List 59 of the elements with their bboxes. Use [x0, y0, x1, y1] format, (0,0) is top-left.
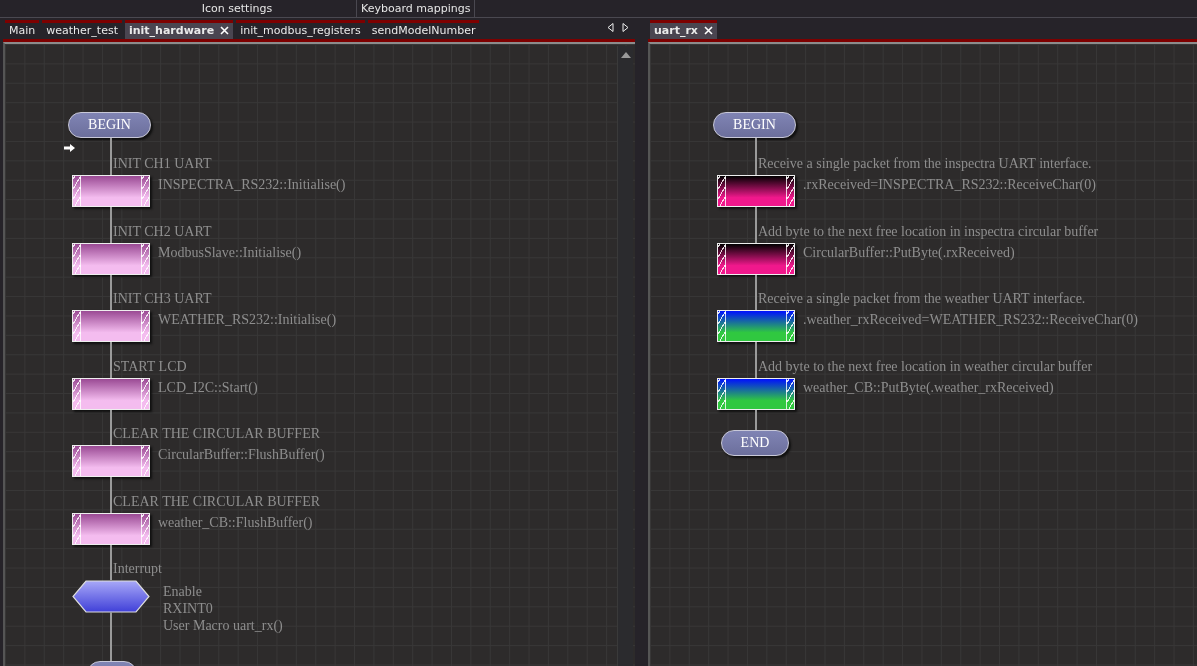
connector-line	[755, 138, 757, 175]
macro-call-block[interactable]	[717, 377, 795, 410]
connector-line	[110, 138, 112, 175]
connector-line	[110, 207, 112, 243]
begin-terminal[interactable]: BEGIN	[68, 112, 151, 138]
step-comment: CLEAR THE CIRCULAR BUFFER	[113, 426, 321, 442]
connector-line	[110, 274, 112, 310]
tab[interactable]: sendModelNumber	[367, 20, 480, 39]
menu-item[interactable]: Keyboard mappings	[357, 0, 476, 17]
tab[interactable]: uart_rx	[650, 20, 717, 39]
close-icon[interactable]	[703, 26, 713, 35]
step-code: INSPECTRA_RS232::Initialise()	[158, 176, 346, 194]
step-comment: INIT CH1 UART	[113, 156, 212, 172]
connector-line	[110, 612, 112, 661]
tab[interactable]: weather_test	[42, 20, 122, 39]
step-code: CircularBuffer::FlushBuffer()	[158, 446, 325, 464]
step-comment: Receive a single packet from the inspectra UART interface.	[758, 156, 1092, 172]
step-comment: CLEAR THE CIRCULAR BUFFER	[113, 493, 321, 510]
scroll-right-icon[interactable]	[622, 23, 629, 32]
connector-line	[755, 409, 757, 430]
step-code: WEATHER_RS232::Initialise()	[158, 311, 337, 329]
macro-call-block[interactable]	[717, 310, 795, 342]
step-code: ModbusSlave::Initialise()	[158, 243, 302, 262]
interrupt-block[interactable]	[72, 580, 150, 613]
macro-call-block[interactable]	[72, 377, 150, 410]
step-code: .weather_rxReceived=WEATHER_RS232::ReceiveChar(0)	[803, 311, 1138, 329]
macro-call-block[interactable]	[717, 242, 795, 275]
macro-call-block[interactable]	[72, 512, 150, 545]
connector-line	[110, 409, 112, 445]
begin-terminal[interactable]: BEGIN	[713, 112, 796, 138]
connector-line	[755, 274, 757, 310]
connector-line	[110, 544, 112, 580]
step-comment: Interrupt	[113, 561, 162, 577]
step-comment: INIT CH2 UART	[113, 223, 212, 240]
connector-line	[755, 342, 757, 378]
scroll-left-icon[interactable]	[607, 23, 614, 32]
menu-item[interactable]: Icon settings	[118, 0, 357, 17]
step-comment: START LCD	[113, 358, 187, 375]
step-code: CircularBuffer::PutByte(.rxReceived)	[803, 243, 1015, 262]
step-comment: Receive a single packet from the weather UART interface.	[758, 291, 1086, 307]
connector-line	[110, 477, 112, 513]
connector-line	[755, 207, 757, 243]
interrupt-details: Enable RXINT0 User Macro uart_rx()	[163, 583, 283, 634]
step-code: weather_CB::PutByte(.weather_rxReceived)	[803, 378, 1054, 397]
macro-call-block[interactable]	[717, 175, 795, 207]
close-icon[interactable]	[220, 26, 230, 35]
tab[interactable]: Main	[5, 20, 40, 39]
tab[interactable]: init_modbus_registers	[236, 20, 365, 39]
macro-call-block[interactable]	[72, 242, 150, 275]
step-code: LCD_I2C::Start()	[158, 378, 258, 397]
step-code: weather_CB::FlushBuffer()	[158, 513, 313, 532]
step-code: .rxReceived=INSPECTRA_RS232::ReceiveChar(0)	[803, 176, 1096, 194]
step-comment: INIT CH3 UART	[113, 291, 212, 307]
tab[interactable]: init_hardware	[125, 20, 234, 39]
step-comment: Add byte to the next free location in weather circular buffer	[758, 358, 1093, 375]
connector-line	[110, 342, 112, 378]
end-terminal[interactable]: END	[721, 429, 789, 456]
step-comment: Add byte to the next free location in inspectra circular buffer	[758, 223, 1099, 240]
scrollbar[interactable]	[617, 46, 633, 666]
